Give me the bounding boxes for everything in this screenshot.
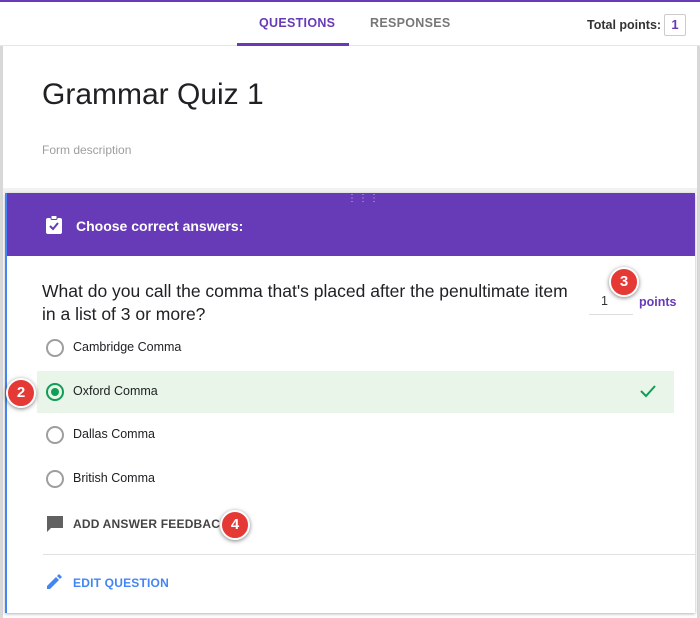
callout-badge-4: 4 [220, 510, 250, 540]
callout-badge-2: 2 [6, 378, 36, 408]
card-divider [43, 554, 695, 555]
option-label: British Comma [73, 471, 155, 485]
answer-key-title: Choose correct answers: [76, 218, 244, 234]
comment-icon[interactable] [45, 514, 65, 539]
total-points-label: Total points: [587, 18, 662, 32]
points-label: points [639, 295, 677, 309]
option-british-comma[interactable]: British Comma [37, 458, 674, 500]
active-tab-indicator [237, 43, 349, 46]
clipboard-check-icon [45, 215, 63, 240]
option-oxford-comma[interactable]: Oxford Comma [37, 371, 674, 413]
option-dallas-comma[interactable]: Dallas Comma [37, 414, 674, 456]
radio-button-selected[interactable] [46, 383, 64, 401]
radio-button[interactable] [46, 426, 64, 444]
question-card[interactable]: Choose correct answers: ⋮⋮⋮ What do you … [5, 193, 695, 613]
option-label: Cambridge Comma [73, 340, 182, 354]
tab-questions[interactable]: QUESTIONS [259, 16, 335, 30]
drag-handle-icon[interactable]: ⋮⋮⋮ [347, 194, 380, 204]
total-points-value: 1 [664, 14, 686, 36]
check-icon [639, 383, 657, 404]
radio-button[interactable] [46, 339, 64, 357]
option-cambridge-comma[interactable]: Cambridge Comma [37, 327, 674, 369]
tab-responses[interactable]: RESPONSES [370, 16, 451, 30]
top-bar: QUESTIONS RESPONSES Total points: 1 [0, 0, 700, 46]
form-description-field[interactable]: Form description [42, 143, 131, 157]
add-answer-feedback-button[interactable]: ADD ANSWER FEEDBACK [73, 517, 229, 531]
callout-badge-3: 3 [609, 267, 639, 297]
radio-button[interactable] [46, 470, 64, 488]
option-label: Dallas Comma [73, 427, 155, 441]
form-title[interactable]: Grammar Quiz 1 [42, 78, 264, 112]
edit-question-button[interactable]: EDIT QUESTION [73, 576, 169, 590]
pencil-icon[interactable] [45, 573, 63, 596]
left-border [0, 46, 3, 618]
option-label: Oxford Comma [73, 384, 158, 398]
question-text[interactable]: What do you call the comma that's placed… [42, 280, 572, 326]
